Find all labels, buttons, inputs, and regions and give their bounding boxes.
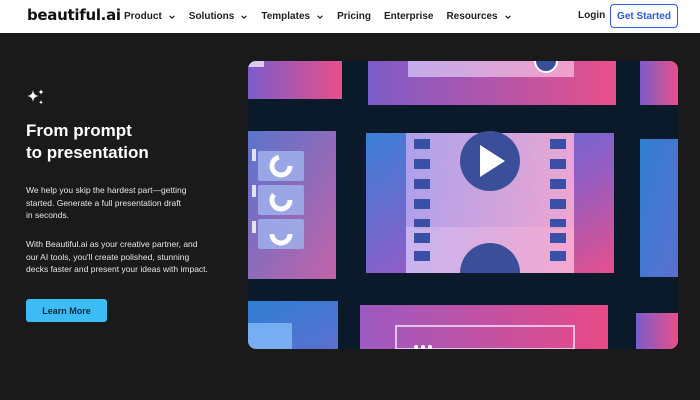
nav-item-label: Resources bbox=[446, 11, 498, 22]
logo[interactable]: beautiful.ai bbox=[27, 6, 121, 24]
slide-card bbox=[640, 139, 678, 277]
text-line: decks faster and present your ideas with… bbox=[26, 264, 208, 274]
nav-item-solutions[interactable]: Solutions bbox=[189, 11, 249, 22]
nav-item-templates[interactable]: Templates bbox=[261, 11, 324, 22]
slide-card bbox=[640, 61, 678, 105]
hero-headline: From prompt to presentation bbox=[26, 120, 226, 164]
nav-item-resources[interactable]: Resources bbox=[446, 11, 511, 22]
hero-illustration bbox=[248, 61, 678, 349]
slide-card bbox=[636, 313, 678, 349]
slide-card bbox=[248, 131, 336, 279]
nav-item-label: Pricing bbox=[337, 11, 371, 22]
text-line: in seconds. bbox=[26, 210, 69, 220]
nav-item-pricing[interactable]: Pricing bbox=[337, 11, 371, 22]
video-slide-card bbox=[366, 131, 614, 273]
slide-card bbox=[248, 301, 338, 349]
chevron-down-icon bbox=[241, 14, 248, 19]
hero-description: We help you skip the hardest part—gettin… bbox=[26, 184, 226, 222]
hero-description-secondary: With Beautiful.ai as your creative partn… bbox=[26, 238, 226, 276]
nav-item-label: Enterprise bbox=[383, 11, 434, 22]
headline-line: to presentation bbox=[26, 143, 149, 162]
nav-item-label: Product bbox=[124, 11, 162, 22]
nav-menu: Product Solutions Templates Pricing Ente… bbox=[124, 0, 525, 33]
nav-item-label: Templates bbox=[261, 11, 311, 22]
nav-item-enterprise[interactable]: Enterprise bbox=[384, 11, 433, 22]
chevron-down-icon bbox=[317, 14, 323, 19]
chevron-down-icon bbox=[504, 14, 511, 19]
top-navbar: beautiful.ai Product Solutions Templates… bbox=[0, 0, 700, 33]
slide-card bbox=[360, 305, 608, 349]
text-line: We help you skip the hardest part—gettin… bbox=[26, 185, 187, 195]
slide-card bbox=[368, 61, 616, 105]
nav-item-product[interactable]: Product bbox=[124, 11, 176, 22]
text-line: our AI tools, you'll create polished, st… bbox=[26, 251, 190, 262]
text-line: started. Generate a full presentation dr… bbox=[26, 197, 181, 208]
login-link[interactable]: Login bbox=[578, 10, 605, 21]
headline-line: From prompt bbox=[26, 121, 132, 140]
slide-card bbox=[248, 61, 342, 99]
slides-collage bbox=[248, 61, 678, 349]
nav-item-label: Solutions bbox=[188, 11, 235, 22]
chevron-down-icon bbox=[168, 14, 175, 19]
text-line: With Beautiful.ai as your creative partn… bbox=[26, 239, 198, 249]
learn-more-button[interactable]: Learn More bbox=[26, 299, 107, 322]
sparkle-icon bbox=[27, 89, 44, 105]
get-started-button[interactable]: Get Started bbox=[610, 4, 678, 28]
